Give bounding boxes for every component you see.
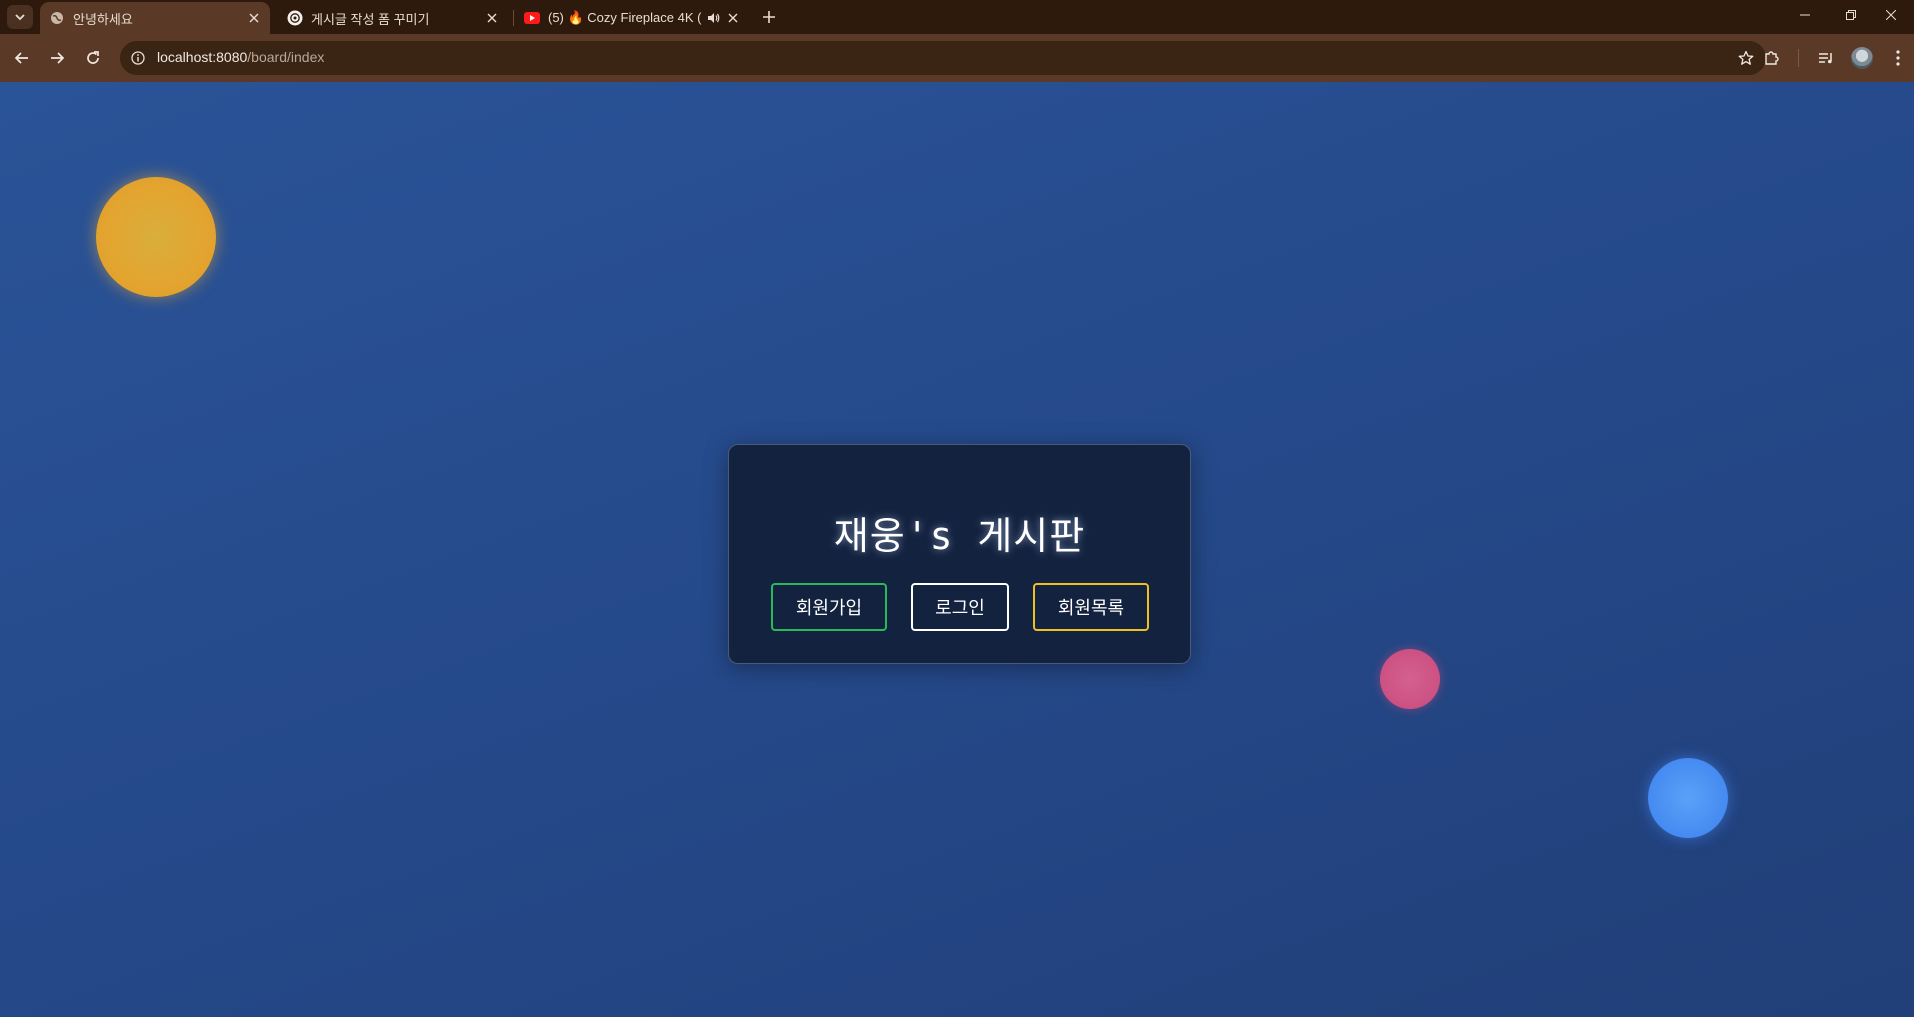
chevron-down-icon bbox=[15, 14, 25, 21]
close-icon[interactable] bbox=[482, 8, 502, 28]
profile-avatar[interactable] bbox=[1851, 47, 1873, 69]
puzzle-icon bbox=[1765, 51, 1779, 65]
toolbar-separator bbox=[1798, 49, 1799, 67]
tab-separator bbox=[513, 10, 514, 26]
playlist-icon bbox=[1819, 53, 1832, 64]
url-host: localhost:8080 bbox=[157, 49, 248, 65]
tab-youtube[interactable]: (5) 🔥 Cozy Fireplace 4K ( bbox=[515, 2, 751, 34]
plus-icon bbox=[763, 11, 775, 23]
minimize-button[interactable] bbox=[1782, 0, 1828, 30]
tab-strip: 안녕하세요 게시글 작성 폼 꾸미기 (5) 🔥 Cozy Fireplace … bbox=[0, 0, 1914, 34]
member-list-button[interactable]: 회원목록 bbox=[1033, 583, 1149, 631]
decorative-orb-pink bbox=[1380, 649, 1440, 709]
reload-icon bbox=[87, 51, 99, 64]
address-bar[interactable]: localhost:8080/board/index bbox=[120, 41, 1766, 75]
bookmark-star-icon[interactable] bbox=[1736, 48, 1756, 68]
arrow-left-icon bbox=[14, 52, 28, 64]
tab-title: (5) 🔥 Cozy Fireplace 4K ( bbox=[548, 10, 702, 25]
openai-icon bbox=[287, 10, 303, 26]
globe-icon bbox=[49, 10, 65, 26]
back-button[interactable] bbox=[8, 44, 36, 72]
close-icon[interactable] bbox=[723, 8, 743, 28]
tab-title: 안녕하세요 bbox=[73, 11, 133, 27]
minimize-icon bbox=[1800, 14, 1810, 16]
url-text: localhost:8080/board/index bbox=[157, 49, 324, 65]
restore-icon bbox=[1846, 10, 1856, 20]
forward-button[interactable] bbox=[43, 44, 71, 72]
close-icon[interactable] bbox=[244, 8, 264, 28]
welcome-card: 재웅's 게시판 회원가입 로그인 회원목록 bbox=[728, 444, 1191, 664]
tab-post-form[interactable]: 게시글 작성 폼 꾸미기 bbox=[278, 2, 508, 34]
decorative-orb-yellow bbox=[96, 177, 216, 297]
url-path: /board/index bbox=[247, 49, 325, 65]
browser-window: 안녕하세요 게시글 작성 폼 꾸미기 (5) 🔥 Cozy Fireplace … bbox=[0, 0, 1914, 1017]
youtube-icon bbox=[524, 10, 540, 26]
tab-title: 게시글 작성 폼 꾸미기 bbox=[311, 11, 430, 27]
menu-button[interactable] bbox=[1884, 44, 1912, 72]
media-controls-button[interactable] bbox=[1812, 44, 1840, 72]
page-viewport: 재웅's 게시판 회원가입 로그인 회원목록 bbox=[0, 82, 1914, 1017]
extensions-button[interactable] bbox=[1758, 44, 1786, 72]
login-button[interactable]: 로그인 bbox=[911, 583, 1009, 631]
audio-playing-icon[interactable] bbox=[703, 8, 723, 28]
decorative-orb-blue bbox=[1648, 758, 1728, 838]
close-window-button[interactable] bbox=[1868, 0, 1914, 30]
site-info-icon[interactable] bbox=[130, 50, 146, 66]
close-icon bbox=[1886, 10, 1896, 20]
kebab-menu-icon bbox=[1896, 50, 1900, 66]
new-tab-button[interactable] bbox=[756, 4, 782, 30]
page-title: 재웅's 게시판 bbox=[833, 514, 1086, 558]
arrow-right-icon bbox=[51, 52, 65, 64]
reload-button[interactable] bbox=[79, 44, 107, 72]
signup-button[interactable]: 회원가입 bbox=[771, 583, 887, 631]
tab-greeting[interactable]: 안녕하세요 bbox=[40, 2, 270, 34]
tab-search-button[interactable] bbox=[7, 5, 33, 29]
browser-toolbar: localhost:8080/board/index bbox=[0, 34, 1914, 82]
